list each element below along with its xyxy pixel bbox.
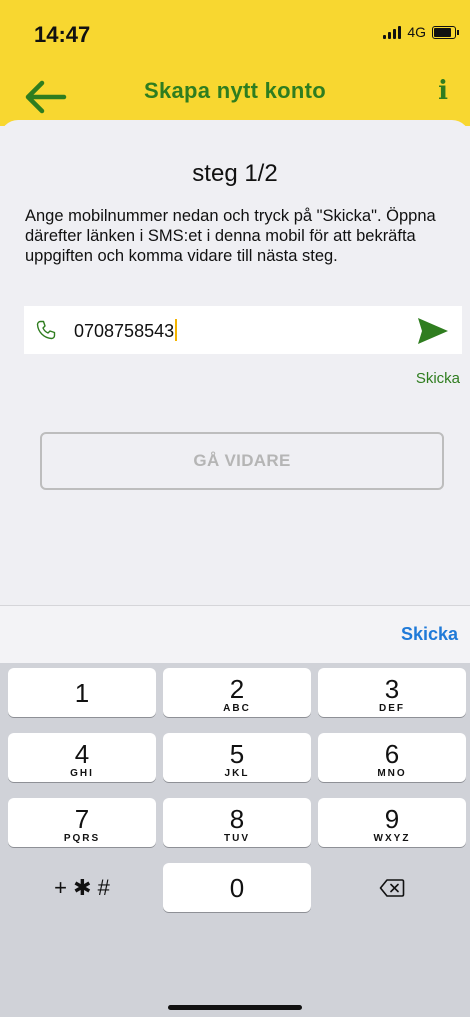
key-letters: DEF [379,703,405,714]
send-icon[interactable] [416,316,450,346]
key-letters: WXYZ [373,833,411,844]
key-letters: TUV [224,833,250,844]
status-time: 14:47 [34,22,91,47]
key-1[interactable]: 1 [8,668,156,717]
key-8[interactable]: 8 TUV [163,798,311,847]
key-letters: PQRS [63,833,101,844]
info-icon[interactable]: i [438,76,448,106]
key-number: 1 [74,678,90,708]
key-3[interactable]: 3 DEF [318,668,466,717]
delete-key[interactable] [318,863,466,912]
signal-icon [383,25,402,39]
phone-icon [36,320,56,340]
key-7[interactable]: 7 PQRS [8,798,156,847]
key-letters: MNO [377,768,407,779]
home-indicator [168,1005,302,1010]
status-bar: 14:47 4G [0,0,470,70]
text-caret [175,319,178,341]
key-letters: ABC [223,703,251,714]
key-number: 6 [384,739,400,769]
key-4[interactable]: 4 GHI [8,733,156,782]
nav-bar: Skapa nytt konto i [0,70,470,126]
page-title: Skapa nytt konto [143,78,327,103]
instructions-text: Ange mobilnummer nedan och tryck på "Ski… [25,207,436,265]
key-number: 0 [229,873,245,903]
key-6[interactable]: 6 MNO [318,733,466,782]
send-label[interactable]: Skicka [416,370,460,387]
key-number: 2 [229,674,245,704]
key-2[interactable]: 2 ABC [163,668,311,717]
key-9[interactable]: 9 WXYZ [318,798,466,847]
phone-input-row[interactable]: 0708758543 [24,306,462,354]
key-number: 9 [384,804,400,834]
key-letters: GHI [70,768,94,779]
battery-icon [432,25,459,39]
key-number: 4 [74,739,90,769]
phone-input[interactable]: 0708758543 [74,319,178,342]
key-number: 3 [384,674,400,704]
step-title: steg 1/2 [192,160,278,187]
keyboard-accessory-bar: Skicka [0,605,470,664]
key-5[interactable]: 5 JKL [163,733,311,782]
phone-input-value: 0708758543 [74,321,175,341]
key-0[interactable]: 0 [163,863,311,912]
content-card [0,120,470,605]
key-number: 5 [229,739,245,769]
key-number: 8 [229,804,245,834]
delete-icon [379,878,405,897]
continue-button[interactable]: GÅ VIDARE [40,432,444,490]
key-letters: JKL [224,768,250,779]
key-number: 7 [74,804,90,834]
keyboard-send-button[interactable]: Skicka [401,624,458,645]
key-symbols[interactable]: + ✱ # [8,863,156,912]
status-indicators: 4G [383,24,459,40]
network-label: 4G [407,24,426,40]
